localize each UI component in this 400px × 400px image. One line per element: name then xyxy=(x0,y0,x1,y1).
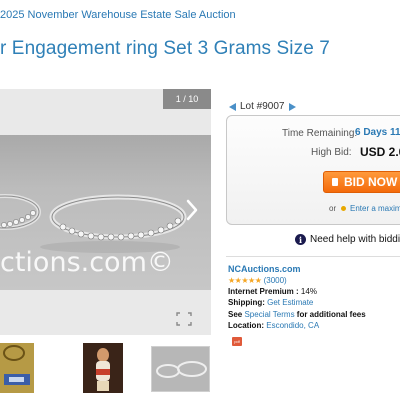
terms-suffix: for additional fees xyxy=(296,310,366,319)
location-label: Location: xyxy=(228,321,264,330)
expand-photo-button[interactable] xyxy=(175,311,193,327)
location: Location: Escondido, CA xyxy=(228,321,319,330)
breadcrumb[interactable]: 2025 November Warehouse Estate Sale Auct… xyxy=(0,9,236,21)
max-bid-label: Enter a maximan xyxy=(350,204,400,213)
shipping-label: Shipping: xyxy=(228,298,265,307)
get-estimate-link[interactable]: Get Estimate xyxy=(267,298,313,307)
lot-number: Lot #9007 xyxy=(240,101,285,112)
or-text: or xyxy=(329,204,337,213)
bullet-icon xyxy=(341,206,346,212)
photo-thumbnail[interactable] xyxy=(151,346,210,392)
special-terms: See Special Terms for additional fees xyxy=(228,310,366,319)
lot-navigation: Lot #9007 xyxy=(229,101,296,112)
photo-thumbnail[interactable] xyxy=(0,343,34,393)
terms-prefix: See xyxy=(228,310,243,319)
max-bid-link[interactable]: Enter a maximan xyxy=(341,204,400,213)
seller-rating[interactable]: ★★★★★ (3000) xyxy=(228,276,287,285)
thumbnail-image xyxy=(0,343,34,393)
page-title: r Engagement ring Set 3 Grams Size 7 xyxy=(0,38,330,59)
divider xyxy=(226,256,400,257)
pdf-icon[interactable]: pdf xyxy=(232,337,242,346)
location-link[interactable]: Escondido, CA xyxy=(266,321,319,330)
bid-now-label: BID NOW S xyxy=(344,175,400,189)
internet-premium: Internet Premium : 14% xyxy=(228,287,317,296)
next-lot-icon[interactable] xyxy=(288,102,296,111)
gavel-icon xyxy=(332,178,338,186)
main-photo[interactable]: ctions.com© xyxy=(0,135,211,290)
special-terms-link[interactable]: Special Terms xyxy=(244,310,294,319)
bid-now-button[interactable]: BID NOW S xyxy=(323,171,400,193)
high-bid-value: USD 2.0 xyxy=(360,145,400,159)
previous-lot-icon[interactable] xyxy=(229,102,236,111)
shipping: Shipping: Get Estimate xyxy=(228,298,313,307)
thumbnail-image xyxy=(83,343,123,393)
expand-icon xyxy=(176,312,192,326)
photo-watermark: ctions.com© xyxy=(0,247,174,278)
info-icon: i xyxy=(295,234,306,245)
thumbnail-image xyxy=(152,347,209,391)
internet-premium-value: 14% xyxy=(300,287,317,296)
seller-name-link[interactable]: NCAuctions.com xyxy=(228,264,301,274)
internet-premium-label: Internet Premium : xyxy=(228,287,299,296)
time-remaining-label: Time Remaining: xyxy=(282,128,358,139)
bidding-help-link[interactable]: i Need help with biddin xyxy=(295,234,400,245)
chevron-right-icon xyxy=(186,199,198,221)
photo-counter: 1 / 10 xyxy=(163,89,211,109)
next-photo-button[interactable] xyxy=(184,197,200,223)
rating-stars-icon: ★★★★★ xyxy=(228,276,262,285)
high-bid-label: High Bid: xyxy=(311,147,352,158)
rating-count: (3000) xyxy=(263,276,287,285)
time-remaining-value: 6 Days 11 xyxy=(355,127,400,138)
photo-thumbnail[interactable] xyxy=(83,343,123,393)
bidding-help-label: Need help with biddin xyxy=(310,234,400,245)
